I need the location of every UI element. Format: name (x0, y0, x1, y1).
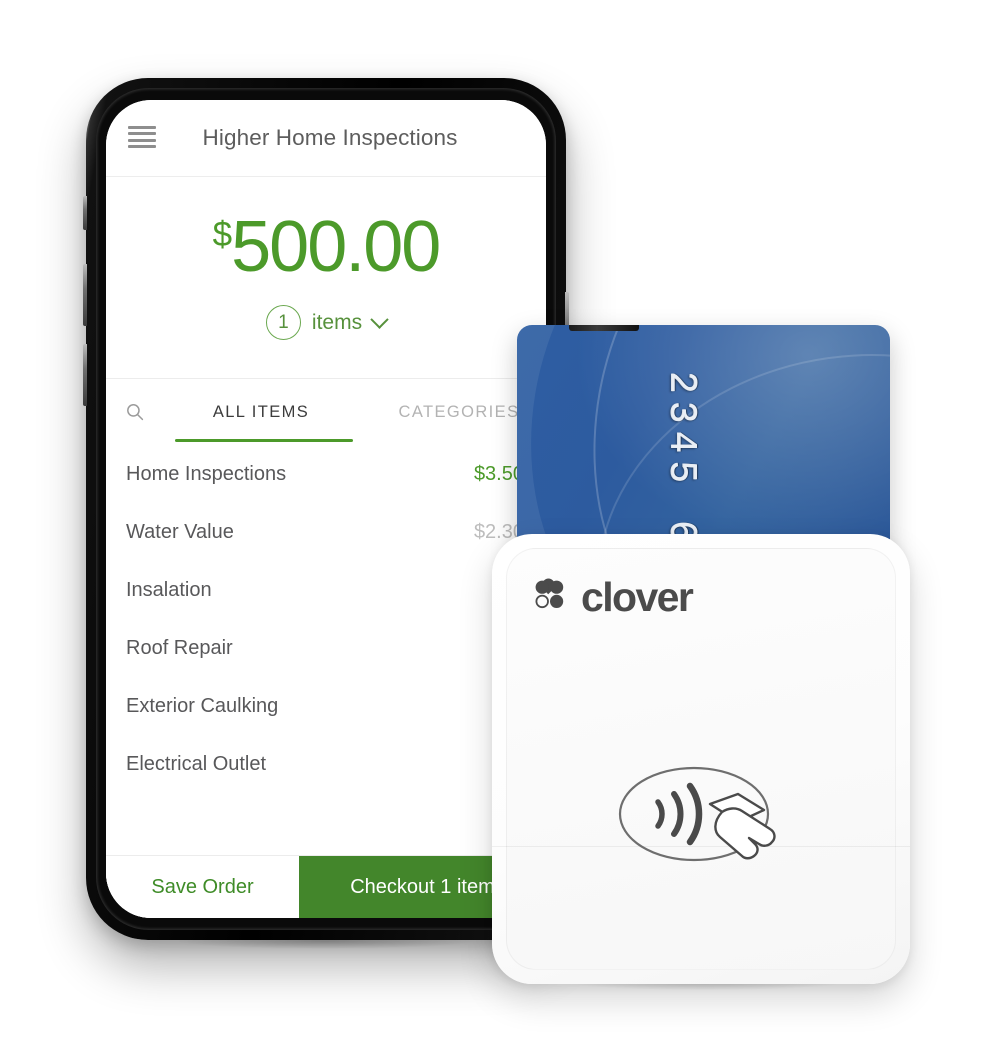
search-icon[interactable] (120, 397, 150, 427)
save-order-button[interactable]: Save Order (106, 856, 299, 918)
page-title: Higher Home Inspections (202, 125, 458, 150)
active-tab-indicator (175, 439, 353, 442)
tab-all-items[interactable]: ALL ITEMS (166, 379, 356, 445)
item-name: Roof Repair (126, 636, 233, 659)
item-list: Home Inspections $3.50 Water Value $2.30… (106, 445, 546, 793)
list-item[interactable]: Insalation $4 (106, 561, 546, 619)
currency-symbol: $ (212, 215, 232, 254)
total-value: 500.00 (231, 207, 441, 287)
hamburger-menu-icon[interactable] (128, 126, 156, 148)
app-header: Higher Home Inspections (106, 100, 546, 177)
item-name: Electrical Outlet (126, 752, 267, 775)
items-toggle[interactable]: 1 items (106, 305, 546, 340)
clover-card-reader: clover (492, 534, 910, 984)
order-total-block: $500.00 1 items (106, 177, 546, 340)
contactless-payment-icon (610, 756, 792, 877)
list-item[interactable]: Water Value $2.30 (106, 503, 546, 561)
product-scene: Higher Home Inspections $500.00 1 items (0, 0, 1000, 1060)
phone-screen: Higher Home Inspections $500.00 1 items (106, 100, 546, 918)
clover-wordmark: clover (581, 574, 694, 620)
phone-silent-switch[interactable] (83, 196, 87, 230)
items-label: items (311, 310, 363, 334)
item-name: Home Inspections (126, 462, 287, 485)
items-count-badge: 1 (265, 305, 301, 340)
card-magnetic-strip (569, 325, 639, 331)
item-name: Water Value (126, 520, 234, 543)
order-total-amount: $500.00 (212, 211, 442, 283)
bottom-action-bar: Save Order Checkout 1 item (106, 855, 546, 918)
card-number-embossed: 2345 6 (660, 371, 703, 550)
phone-volume-down-button[interactable] (83, 344, 87, 406)
item-name: Exterior Caulking (126, 694, 279, 717)
chevron-down-icon (370, 310, 389, 329)
phone-volume-up-button[interactable] (83, 264, 87, 326)
clover-leaf-icon (530, 575, 570, 620)
clover-logo: clover (530, 574, 694, 621)
tab-bar: ALL ITEMS CATEGORIES (106, 378, 546, 445)
list-item[interactable]: Roof Repair $5 (106, 619, 546, 677)
item-name: Insalation (126, 578, 212, 601)
list-item[interactable]: Electrical Outlet $6 (106, 735, 546, 793)
list-item[interactable]: Exterior Caulking $5 (106, 677, 546, 735)
list-item[interactable]: Home Inspections $3.50 (106, 445, 546, 503)
